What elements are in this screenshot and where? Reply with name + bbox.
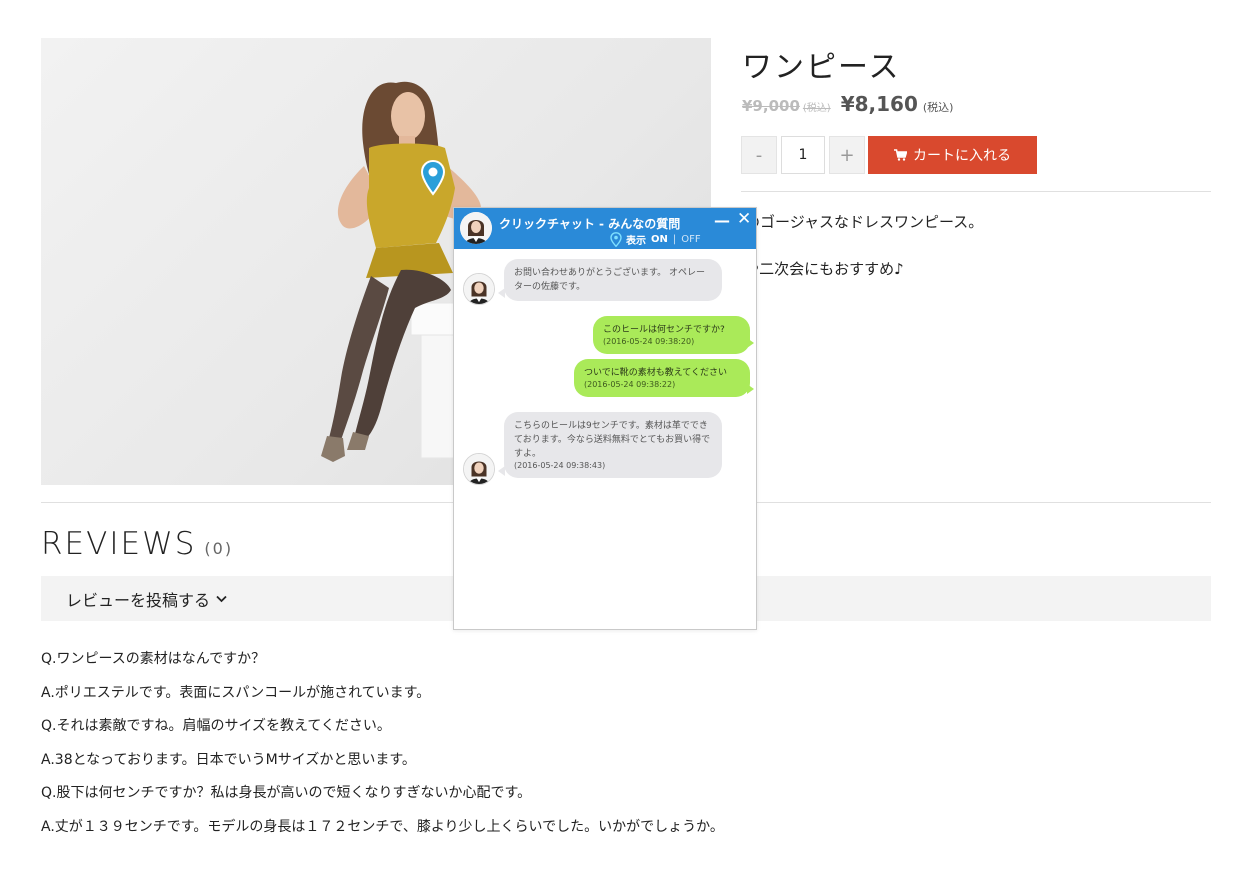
operator-avatar (463, 273, 495, 305)
chat-title: クリックチャット - みんなの質問 (499, 217, 681, 231)
chat-message-user: このヒールは何センチですか? (2016-05-24 09:38:20) (593, 316, 750, 354)
divider (741, 191, 1211, 192)
add-to-cart-label: カートに入れる (913, 148, 1011, 164)
sale-price: ¥8,160 (840, 92, 918, 116)
faq-line: A.38となっております。日本でいうMサイズかと思います。 (41, 751, 416, 768)
operator-avatar-image (460, 212, 492, 244)
add-to-cart-button[interactable]: カートに入れる (868, 136, 1037, 174)
faq-list: Q.ワンピースの素材はなんですか？ A.ポリエステルです。表面にスパンコールが施… (41, 648, 724, 849)
chat-message-user: ついでに靴の素材も教えてください (2016-05-24 09:38:22) (574, 359, 750, 397)
message-timestamp: (2016-05-24 09:38:43) (514, 461, 606, 470)
quantity-decrease-button[interactable]: - (741, 136, 777, 174)
map-pin-icon (610, 232, 622, 247)
minimize-button[interactable]: — (714, 211, 730, 230)
price-row: ¥9,000 (税込) ¥8,160 (税込) (742, 92, 953, 116)
old-price: ¥9,000 (742, 97, 800, 115)
message-text: お問い合わせありがとうございます。 オペレーターの佐藤です。 (514, 268, 705, 292)
toggle-separator: | (672, 234, 677, 245)
quantity-increase-button[interactable]: + (829, 136, 865, 174)
reviews-count: (0) (204, 539, 234, 558)
reviews-title: REVIEWS (41, 526, 197, 562)
faq-line: Q.股下は何センチですか？私は身長が高いので短くなりすぎないか心配です。 (41, 785, 532, 801)
bubble-tail (747, 384, 754, 394)
operator-avatar (460, 212, 492, 244)
chat-message-operator: こちらのヒールは9センチです。素材は革でできております。今なら送料無料でとてもお… (504, 412, 722, 478)
display-toggle[interactable]: 表示 ON | OFF (610, 232, 701, 247)
message-timestamp: (2016-05-24 09:38:20) (603, 337, 695, 346)
operator-avatar (463, 453, 495, 485)
quantity-row: - 1 + カートに入れる (741, 136, 1037, 174)
toggle-on[interactable]: ON (651, 234, 668, 245)
faq-line: Q.ワンピースの素材はなんですか？ (41, 651, 266, 667)
message-text: このヒールは何センチですか? (603, 325, 725, 335)
reviews-heading: REVIEWS (0) (41, 526, 233, 562)
operator-avatar-image (464, 454, 494, 484)
faq-line: A.ポリエステルです。表面にスパンコールが施されています。 (41, 684, 431, 701)
product-title: ワンピース (742, 50, 901, 85)
operator-avatar-image (464, 274, 494, 304)
sale-price-tax: (税込) (922, 101, 954, 114)
bubble-tail (747, 338, 754, 348)
chat-message-operator: お問い合わせありがとうございます。 オペレーターの佐藤です。 (504, 259, 722, 301)
chat-widget: クリックチャット - みんなの質問 — ✕ 表示 ON | OFF お問い合わせ… (453, 207, 757, 630)
toggle-off[interactable]: OFF (681, 234, 700, 245)
faq-line: A.丈が１３９センチです。モデルの身長は１７２センチで、膝より少し上くらいでした… (41, 818, 724, 835)
map-pin-icon[interactable] (420, 160, 446, 196)
old-price-tax: (税込) (802, 103, 831, 114)
quantity-input[interactable]: 1 (781, 136, 825, 174)
message-text: ついでに靴の素材も教えてください (584, 368, 728, 378)
close-button[interactable]: ✕ (737, 209, 751, 229)
faq-line: Q.それは素敵ですね。肩幅のサイズを教えてください。 (41, 718, 391, 734)
toggle-label: 表示 (626, 236, 646, 247)
post-review-label: レビューを投稿する (66, 590, 211, 610)
message-timestamp: (2016-05-24 09:38:22) (584, 380, 676, 389)
cart-icon (894, 149, 907, 161)
chat-header: クリックチャット - みんなの質問 — ✕ 表示 ON | OFF (454, 208, 756, 249)
message-text: こちらのヒールは9センチです。素材は革でできております。今なら送料無料でとてもお… (514, 421, 711, 459)
chevron-down-icon (216, 595, 227, 602)
